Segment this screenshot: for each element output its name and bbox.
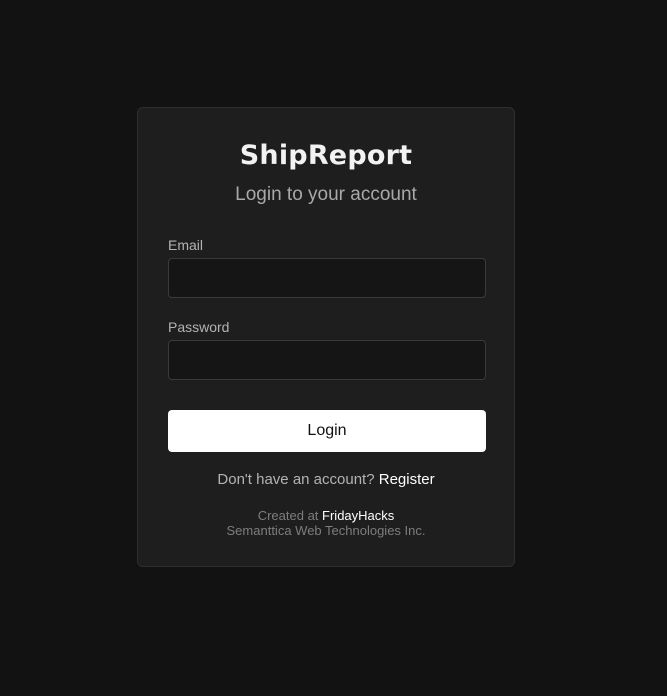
login-card: ShipReport Login to your account Email P… [137, 107, 515, 567]
page-subtitle: Login to your account [235, 184, 417, 205]
login-button[interactable]: Login [168, 410, 486, 452]
footer-company: Semanttica Web Technologies Inc. [226, 523, 426, 538]
fridayhacks-link[interactable]: FridayHacks [322, 508, 394, 523]
register-link[interactable]: Register [379, 471, 435, 488]
email-label: Email [168, 237, 204, 253]
app-title: ShipReport [239, 140, 413, 171]
email-field[interactable] [168, 258, 486, 298]
footer-created-prefix: Created at [257, 508, 319, 523]
footer-credit-line: Created at FridayHacks [138, 508, 514, 523]
footer: Created at FridayHacks Semanttica Web Te… [138, 508, 514, 538]
password-label: Password [168, 319, 230, 335]
register-prompt-text: Don't have an account? [217, 471, 375, 488]
password-field[interactable] [168, 340, 486, 380]
register-prompt-line: Don't have an account? Register [138, 471, 514, 489]
